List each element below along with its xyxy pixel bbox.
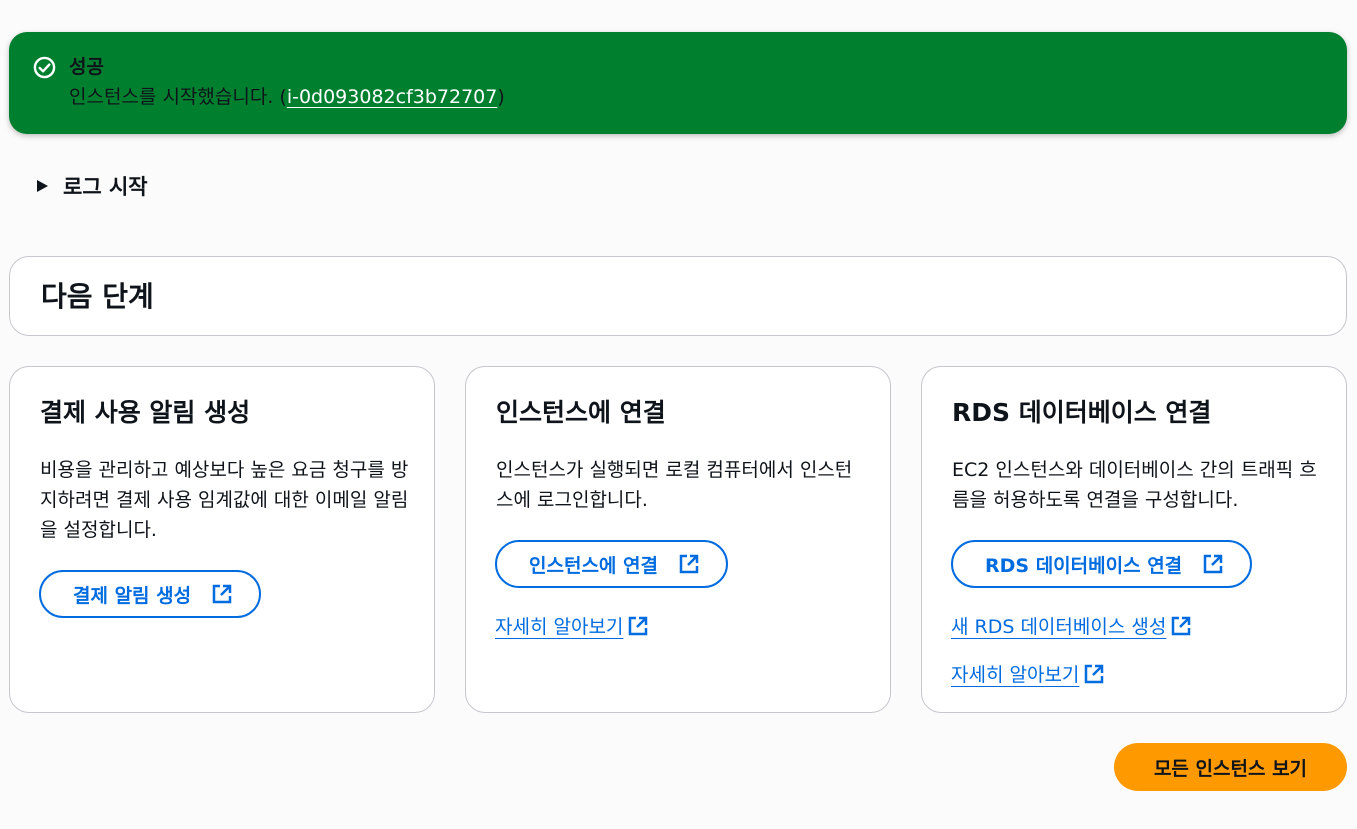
card-title: 결제 사용 알림 생성	[40, 398, 251, 427]
flash-title: 성공	[69, 56, 104, 78]
create-rds-link[interactable]: 새 RDS 데이터베이스 생성	[951, 612, 1192, 639]
link-label: 자세히 알아보기	[951, 664, 1080, 686]
button-label: 결제 알림 생성	[73, 584, 192, 607]
link-label: 자세히 알아보기	[495, 616, 624, 638]
instance-id-link[interactable]: i-0d093082cf3b72707	[287, 86, 498, 108]
card-billing-alert: 결제 사용 알림 생성 비용을 관리하고 예상보다 높은 요금 청구를 방지하려…	[9, 366, 435, 713]
card-description: 비용을 관리하고 예상보다 높은 요금 청구를 방지하려면 결제 사용 임계값에…	[40, 459, 409, 541]
external-link-icon	[629, 616, 648, 635]
caret-right-icon	[37, 180, 48, 192]
connect-rds-button[interactable]: RDS 데이터베이스 연결	[951, 540, 1253, 588]
learn-more-link[interactable]: 자세히 알아보기	[951, 660, 1105, 687]
next-steps-header: 다음 단계	[9, 256, 1347, 336]
card-title: RDS 데이터베이스 연결	[952, 398, 1212, 427]
view-all-instances-button[interactable]: 모든 인스턴스 보기	[1114, 743, 1347, 791]
launch-log-label: 로그 시작	[63, 175, 148, 199]
learn-more-link[interactable]: 자세히 알아보기	[495, 612, 649, 639]
button-label: 인스턴스에 연결	[529, 554, 658, 577]
card-connect-instance: 인스턴스에 연결 인스턴스가 실행되면 로컬 컴퓨터에서 인스턴스에 로그인합니…	[465, 366, 891, 713]
check-circle-icon	[33, 56, 56, 79]
external-link-icon	[212, 584, 232, 604]
next-steps-title: 다음 단계	[41, 280, 154, 313]
external-link-icon	[1203, 554, 1223, 574]
card-description: EC2 인스턴스와 데이터베이스 간의 트래픽 흐름을 허용하도록 연결을 구성…	[952, 459, 1317, 511]
external-link-icon	[1172, 616, 1191, 635]
flash-message-suffix: )	[497, 86, 505, 108]
card-connect-rds: RDS 데이터베이스 연결 EC2 인스턴스와 데이터베이스 간의 트래픽 흐름…	[921, 366, 1347, 713]
card-description: 인스턴스가 실행되면 로컬 컴퓨터에서 인스턴스에 로그인합니다.	[496, 459, 853, 511]
button-label: RDS 데이터베이스 연결	[985, 554, 1183, 577]
card-title: 인스턴스에 연결	[496, 398, 666, 427]
connect-instance-button[interactable]: 인스턴스에 연결	[495, 540, 728, 588]
create-billing-alert-button[interactable]: 결제 알림 생성	[39, 570, 262, 618]
external-link-icon	[1085, 664, 1104, 683]
external-link-icon	[679, 554, 699, 574]
flash-message-prefix: 인스턴스를 시작했습니다. (	[69, 86, 287, 108]
link-label: 새 RDS 데이터베이스 생성	[951, 616, 1167, 638]
launch-log-expander[interactable]: 로그 시작	[37, 171, 148, 201]
success-flashbar	[9, 32, 1347, 134]
flash-message: 인스턴스를 시작했습니다. (i-0d093082cf3b72707)	[69, 85, 505, 109]
